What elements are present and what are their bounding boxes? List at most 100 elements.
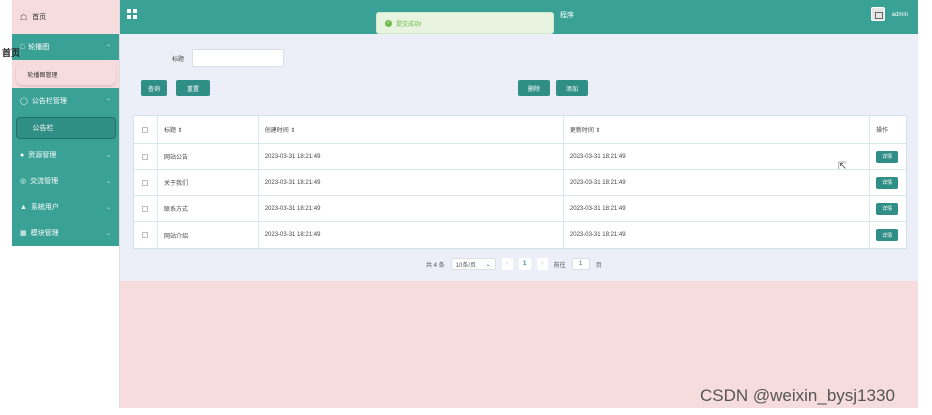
sidebar-item-notice[interactable]: 公告栏 [15, 117, 116, 139]
chat-icon: ◎ [20, 178, 27, 185]
select-all-cell [134, 116, 158, 143]
table-row: 网站介绍 2023-03-31 18:21:49 2023-03-31 18:2… [134, 222, 906, 248]
sidebar-group-users[interactable]: ▲ 系统用户 ⌄ [12, 194, 119, 220]
check-icon: ✓ [385, 19, 392, 27]
row-select-cell [134, 196, 158, 221]
cell-updated: 2023-03-31 18:21:49 [564, 144, 871, 169]
user-icon: ▲ [20, 203, 27, 211]
title-search-input[interactable] [192, 49, 285, 67]
app-root: ☖ 首页 □ 轮播图 ⌃ 轮播图管理 ◯ 公告栏管理 ⌃ 公告栏 ● 资源管理 … [0, 0, 932, 415]
detail-button[interactable]: 详情 [876, 229, 899, 241]
sidebar-group-label: 交流管理 [30, 178, 59, 185]
sidebar-group-label: 模块管理 [30, 230, 59, 237]
content-panel: 标题 查询 重置 删除 添加 标题 ⇕ 创建时间 ⇕ 更新时间 ⇕ 操作 网站公… [120, 34, 918, 281]
row-select-cell [134, 144, 158, 169]
pin-icon: ● [20, 151, 25, 159]
main-content: 标题 查询 重置 删除 添加 标题 ⇕ 创建时间 ⇕ 更新时间 ⇕ 操作 网站公… [120, 34, 918, 408]
username[interactable]: admin [892, 12, 908, 18]
row-select-cell [134, 170, 158, 195]
table-row: 网站公告 2023-03-31 18:21:49 2023-03-31 18:2… [134, 144, 906, 170]
cell-title: 关于我们 [158, 170, 259, 195]
add-button[interactable]: 添加 [556, 80, 588, 96]
sidebar-item-home[interactable]: ☖ 首页 [12, 0, 119, 34]
app-title: 程序 [560, 12, 574, 19]
header-updated[interactable]: 更新时间 ⇕ [564, 116, 871, 143]
delete-button[interactable]: 删除 [518, 80, 550, 96]
prev-page-button[interactable]: ‹ [501, 258, 513, 270]
sidebar-empty [12, 246, 119, 415]
cell-action: 详情 [870, 222, 906, 248]
cell-created: 2023-03-31 18:21:49 [259, 196, 564, 221]
chevron-up-icon: ⌃ [105, 98, 111, 105]
grid-icon: ▦ [20, 230, 27, 237]
goto-label: 前往 [553, 262, 566, 269]
cell-updated: 2023-03-31 18:21:49 [564, 222, 871, 248]
page-number-current[interactable]: 1 [518, 258, 531, 270]
sidebar-group-label: 公告栏管理 [31, 98, 67, 105]
sidebar-group-modules[interactable]: ▦ 模块管理 ⌄ [12, 220, 119, 246]
sidebar-group-label: 系统用户 [30, 204, 59, 211]
cell-created: 2023-03-31 18:21:49 [259, 222, 564, 248]
cell-action: 详情 [870, 144, 906, 169]
avatar[interactable] [871, 7, 885, 21]
clock-icon: ◯ [20, 98, 28, 105]
sidebar-sub-wrap: 轮播图管理 [12, 60, 119, 88]
cell-action: 详情 [870, 196, 906, 221]
pagination: 共 4 条 10条/页 ⌄ ‹ 1 › 前往 1 页 [426, 258, 602, 270]
header-title[interactable]: 标题 ⇕ [158, 116, 259, 143]
sidebar-group-forum[interactable]: ◎ 交流管理 ⌄ [12, 168, 119, 194]
chevron-down-icon: ⌄ [485, 261, 491, 268]
chevron-down-icon: ⌄ [105, 178, 111, 185]
success-toast: ✓ 提交成功! [376, 12, 554, 34]
header-action: 操作 [876, 128, 889, 134]
cell-created: 2023-03-31 18:21:49 [259, 170, 564, 195]
sidebar-group-carousel[interactable]: □ 轮播图 ⌃ [12, 34, 119, 60]
page-size-value: 10条/页 [455, 262, 477, 269]
row-checkbox[interactable] [142, 205, 149, 212]
sidebar-item-carousel-manage[interactable]: 轮播图管理 [15, 63, 116, 85]
search-label: 标题 [172, 56, 185, 63]
home-icon: ☖ [20, 12, 28, 22]
table-row: 联系方式 2023-03-31 18:21:49 2023-03-31 18:2… [134, 196, 906, 222]
page-size-select[interactable]: 10条/页 ⌄ [450, 258, 496, 270]
overlap-home-text: 首页 [2, 48, 21, 58]
row-checkbox[interactable] [142, 153, 149, 160]
query-button[interactable]: 查询 [141, 80, 167, 96]
cell-action: 详情 [870, 170, 906, 195]
cell-created: 2023-03-31 18:21:49 [259, 144, 564, 169]
chevron-down-icon: ⌄ [105, 230, 111, 237]
sidebar-item-label: 首页 [32, 14, 47, 21]
notice-table: 标题 ⇕ 创建时间 ⇕ 更新时间 ⇕ 操作 网站公告 2023-03-31 18… [133, 115, 907, 249]
total-count: 共 4 条 [426, 262, 445, 269]
menu-grid-icon[interactable] [127, 9, 137, 19]
detail-button[interactable]: 详情 [876, 150, 899, 163]
cell-title: 联系方式 [158, 196, 259, 221]
cell-title: 网站公告 [158, 144, 259, 169]
chevron-down-icon: ⌄ [105, 204, 111, 211]
cell-updated: 2023-03-31 18:21:49 [564, 196, 871, 221]
chevron-up-icon: ⌃ [105, 44, 111, 51]
sidebar: ☖ 首页 □ 轮播图 ⌃ 轮播图管理 ◯ 公告栏管理 ⌃ 公告栏 ● 资源管理 … [12, 0, 120, 415]
page-unit-label: 页 [595, 262, 602, 269]
row-checkbox[interactable] [142, 179, 149, 186]
row-select-cell [134, 222, 158, 248]
next-page-button[interactable]: › [536, 258, 548, 270]
select-all-checkbox[interactable] [142, 126, 149, 133]
cell-title: 网站介绍 [158, 222, 259, 248]
sidebar-group-label: 资源管理 [28, 152, 57, 159]
detail-button[interactable]: 详情 [876, 176, 899, 189]
sidebar-group-resource[interactable]: ● 资源管理 ⌄ [12, 142, 119, 168]
sidebar-sub-wrap: 公告栏 [12, 114, 119, 142]
row-checkbox[interactable] [142, 232, 149, 238]
image-icon: □ [20, 43, 25, 51]
detail-button[interactable]: 详情 [876, 202, 899, 215]
table-row: 关于我们 2023-03-31 18:21:49 2023-03-31 18:2… [134, 170, 906, 196]
cell-updated: 2023-03-31 18:21:49 [564, 170, 871, 195]
header-created[interactable]: 创建时间 ⇕ [259, 116, 564, 143]
table-header-row: 标题 ⇕ 创建时间 ⇕ 更新时间 ⇕ 操作 [134, 116, 906, 144]
sidebar-group-notice[interactable]: ◯ 公告栏管理 ⌃ [12, 88, 119, 114]
goto-page-input[interactable]: 1 [571, 258, 590, 270]
toast-text: 提交成功! [396, 21, 422, 28]
reset-button[interactable]: 重置 [176, 80, 210, 96]
sidebar-group-label: 轮播图 [28, 44, 50, 51]
